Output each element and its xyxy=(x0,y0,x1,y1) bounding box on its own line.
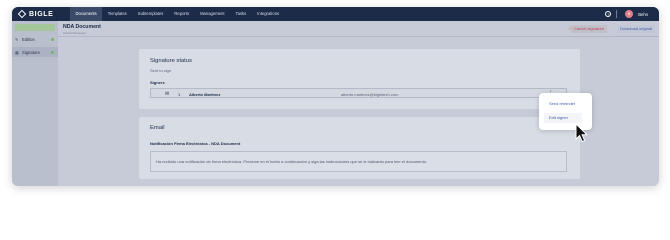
signature-status-text: Sent to sign xyxy=(150,68,172,73)
nav-tasks[interactable]: Tasks xyxy=(230,7,252,21)
sidebar: ✎ Edition ▦ Signature xyxy=(12,21,58,186)
sidebar-item-edition[interactable]: ✎ Edition xyxy=(12,34,58,44)
envelope-icon: ✉ xyxy=(165,91,170,97)
user-name[interactable]: Behn xyxy=(638,12,648,17)
signers-label: Signers xyxy=(150,80,165,85)
email-title: Email xyxy=(150,125,165,131)
help-icon[interactable]: ? xyxy=(605,11,612,17)
edit-signer-menu-item[interactable]: Edit signer xyxy=(544,113,582,123)
avatar[interactable]: B xyxy=(625,10,634,18)
download-original-button[interactable]: Download original xyxy=(617,25,655,33)
sidebar-top-button[interactable] xyxy=(15,24,55,31)
send-reminder-menu-item[interactable]: Send reminder xyxy=(544,99,582,109)
sidebar-item-label: Edition xyxy=(22,36,35,42)
nav-subtemplates[interactable]: Subtemplates xyxy=(132,7,169,21)
nav-management[interactable]: Management xyxy=(195,7,230,21)
divider xyxy=(616,10,618,18)
nav-documents[interactable]: Documents xyxy=(70,7,103,21)
logo-text: BIGLE xyxy=(29,10,54,18)
signature-status-card: Signature status Sent to sign Signers ✉ … xyxy=(139,49,580,109)
page-subtitle: Internal Document xyxy=(63,31,86,35)
top-navigation-bar: BIGLE Documents Templates Subtemplates R… xyxy=(12,7,659,21)
email-message-box: Ha recibido una notificación de firma el… xyxy=(150,151,567,172)
sidebar-item-signature[interactable]: ▦ Signature xyxy=(12,47,58,57)
signer-row: ✉ 1 Alberto Martinez alberto.martinez@bi… xyxy=(150,88,567,98)
signer-name: Alberto Martinez xyxy=(189,92,221,97)
top-right-controls: ? B Behn xyxy=(605,7,659,21)
logo-diamond-icon xyxy=(17,9,27,19)
email-message: Ha recibido una notificación de firma el… xyxy=(156,159,428,164)
status-dot xyxy=(51,50,54,54)
page-title: NDA Document xyxy=(63,24,101,30)
nav-reports[interactable]: Reports xyxy=(169,7,195,21)
signer-email: alberto.martinez@bigletech.com xyxy=(341,92,399,97)
app-logo[interactable]: BIGLE xyxy=(17,9,54,19)
signature-status-title: Signature status xyxy=(150,58,192,64)
mouse-cursor-icon xyxy=(575,123,589,143)
document-header: NDA Document Internal Document ⚠ Cancel … xyxy=(58,21,659,37)
signer-number: 1 xyxy=(178,92,181,97)
sidebar-item-label: Signature xyxy=(22,49,40,55)
status-dot xyxy=(51,37,54,41)
notification-title: Notificación Firma Electrónica - NDA Doc… xyxy=(150,141,241,146)
nav-templates[interactable]: Templates xyxy=(102,7,132,21)
main-nav: Documents Templates Subtemplates Reports… xyxy=(70,7,285,21)
nav-integrations[interactable]: Integrations xyxy=(252,7,285,21)
cancel-signature-button[interactable]: Cancel signature xyxy=(570,25,607,33)
email-card: Email Notificación Firma Electrónica - N… xyxy=(139,117,580,179)
